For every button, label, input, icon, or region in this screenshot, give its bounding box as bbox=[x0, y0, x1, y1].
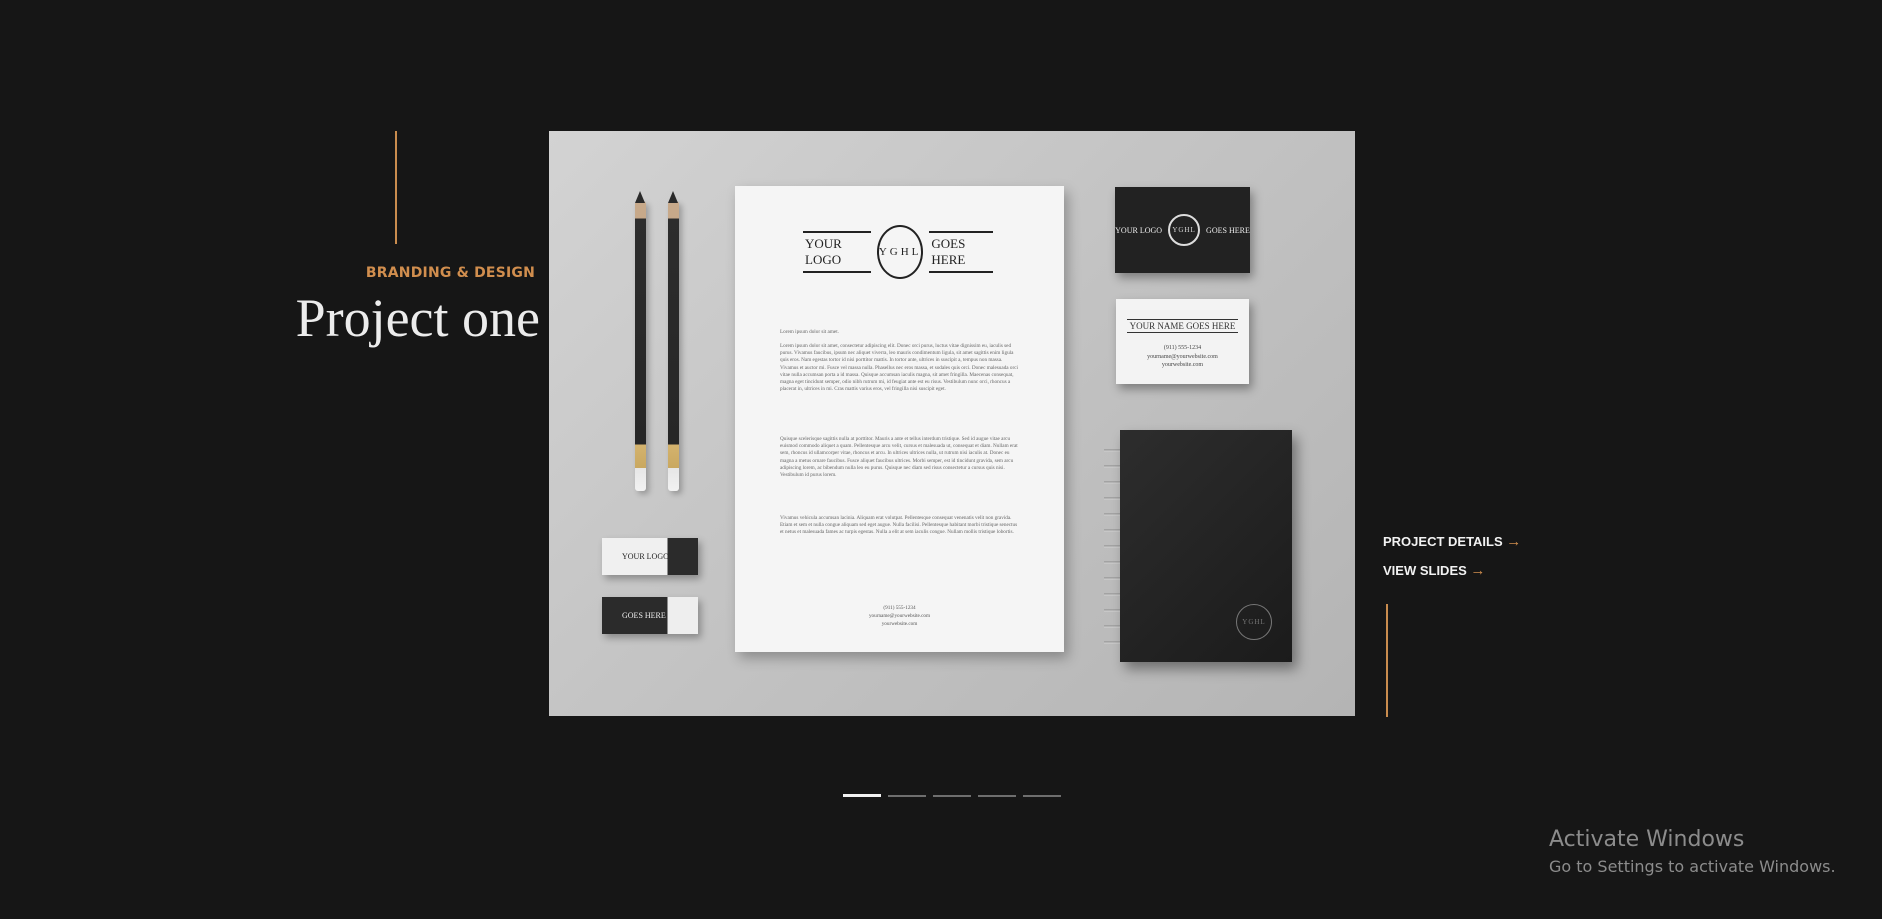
card-seal-icon: YGHL bbox=[1168, 214, 1201, 246]
eraser-label: GOES HERE bbox=[622, 611, 666, 620]
card-email: yourname@yourwebsite.com bbox=[1147, 353, 1218, 360]
letter-phone: (911) 555-1234 bbox=[883, 605, 916, 611]
letter-paragraph: Quisque scelerisque sagittis nulla at po… bbox=[780, 436, 1018, 479]
business-card-back: YOUR NAME GOES HERE (911) 555-1234 yourn… bbox=[1116, 299, 1249, 384]
letter-greeting: Lorem ipsum dolor sit amet. bbox=[780, 329, 839, 335]
project-title: Project one bbox=[295, 288, 540, 348]
notebook-seal-icon: YGHL bbox=[1236, 604, 1272, 640]
arrow-right-icon: → bbox=[1470, 562, 1486, 579]
business-card-front: YOUR LOGO YGHL GOES HERE bbox=[1115, 187, 1250, 273]
card-name: YOUR NAME GOES HERE bbox=[1126, 319, 1239, 333]
letter-email: yourname@yourwebsite.com bbox=[868, 613, 931, 619]
card-website: yourwebsite.com bbox=[1161, 362, 1204, 368]
project-category: BRANDING & DESIGN bbox=[365, 265, 535, 281]
eraser-goes-here: GOES HERE bbox=[602, 597, 698, 634]
card-text-left: YOUR LOGO bbox=[1115, 225, 1163, 235]
letter-paragraph: Vivamus vehicula accumsan lacinia. Aliqu… bbox=[780, 515, 1018, 536]
pencil-image bbox=[635, 191, 646, 491]
eraser-logo: YOUR LOGO bbox=[602, 538, 698, 575]
logo-seal-icon: YGHL bbox=[876, 225, 924, 279]
windows-activation-watermark: Activate Windows Go to Settings to activ… bbox=[1549, 826, 1836, 878]
eraser-label: YOUR LOGO bbox=[622, 552, 669, 561]
pager-dot-3[interactable] bbox=[933, 795, 971, 797]
card-text-right: GOES HERE bbox=[1206, 225, 1250, 235]
pager-dot-2[interactable] bbox=[888, 795, 926, 797]
slide-pager bbox=[843, 794, 1061, 797]
accent-line-bottom bbox=[1386, 604, 1388, 717]
project-details-label: PROJECT DETAILS bbox=[1383, 534, 1503, 549]
arrow-right-icon: → bbox=[1506, 533, 1522, 550]
logo-text-left: YOUR LOGO bbox=[803, 231, 871, 273]
project-details-link[interactable]: PROJECT DETAILS → bbox=[1383, 533, 1521, 550]
notebook-mockup: YGHL bbox=[1120, 430, 1292, 662]
letter-website: yourwebsite.com bbox=[881, 621, 918, 627]
letterhead-logo: YOUR LOGO YGHL GOES HERE bbox=[803, 224, 993, 280]
logo-text-right: GOES HERE bbox=[929, 231, 993, 273]
pager-dot-1[interactable] bbox=[843, 794, 881, 797]
watermark-subtitle: Go to Settings to activate Windows. bbox=[1549, 857, 1836, 876]
view-slides-label: VIEW SLIDES bbox=[1383, 563, 1467, 578]
pager-dot-5[interactable] bbox=[1023, 795, 1061, 797]
letterhead-mockup: YOUR LOGO YGHL GOES HERE Lorem ipsum dol… bbox=[735, 186, 1064, 652]
pencil-image bbox=[668, 191, 679, 491]
view-slides-link[interactable]: VIEW SLIDES → bbox=[1383, 562, 1485, 579]
watermark-title: Activate Windows bbox=[1549, 827, 1745, 852]
project-hero-image: YOUR LOGO GOES HERE YOUR LOGO YGHL GOES … bbox=[549, 131, 1355, 716]
card-phone: (911) 555-1234 bbox=[1163, 345, 1202, 351]
accent-line-top bbox=[395, 131, 397, 244]
letter-paragraph: Lorem ipsum dolor sit amet, consectetur … bbox=[780, 343, 1018, 393]
pager-dot-4[interactable] bbox=[978, 795, 1016, 797]
